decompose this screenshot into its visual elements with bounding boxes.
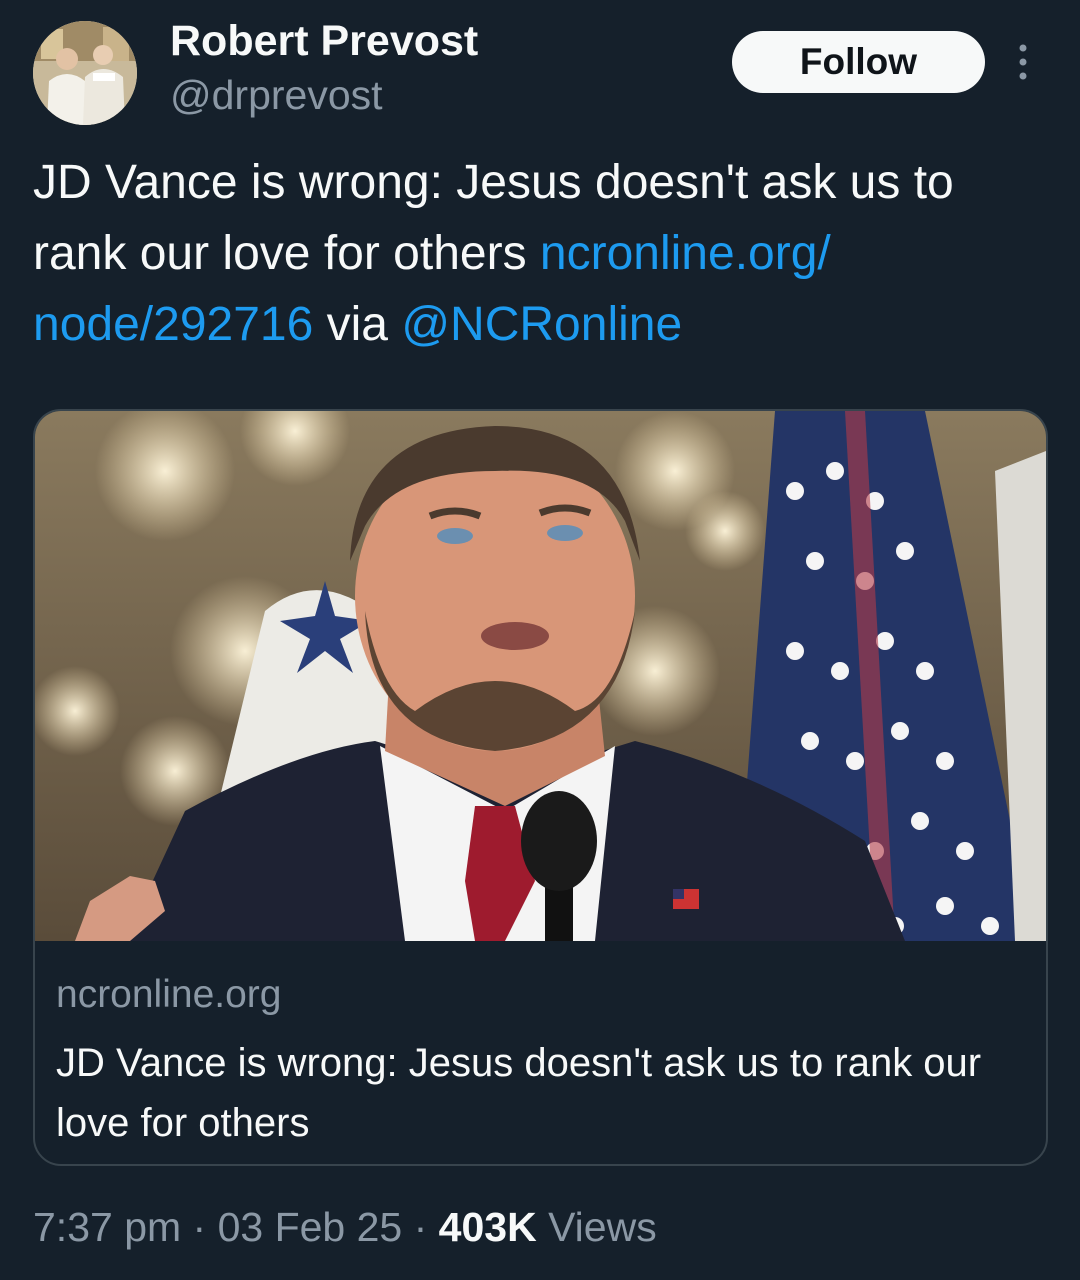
follow-button[interactable]: Follow — [732, 31, 985, 93]
card-title[interactable]: JD Vance is wrong: Jesus doesn't ask us … — [56, 1033, 1016, 1153]
card-image[interactable] — [35, 411, 1046, 941]
more-options-icon[interactable] — [1010, 40, 1036, 84]
author-handle[interactable]: @drprevost — [170, 72, 383, 119]
tweet-date[interactable]: 03 Feb 25 — [218, 1204, 403, 1250]
avatar[interactable] — [33, 21, 137, 125]
tweet-metadata: 7:37 pm · 03 Feb 25 · 403K Views — [33, 1204, 657, 1251]
mention-link[interactable]: @NCRonline — [401, 298, 682, 351]
tweet-time[interactable]: 7:37 pm — [33, 1204, 181, 1250]
link-preview-card[interactable]: ncronline.org JD Vance is wrong: Jesus d… — [33, 409, 1048, 1166]
meta-separator: · — [181, 1204, 218, 1250]
tweet-text-via: via — [313, 298, 402, 351]
tweet-text: JD Vance is wrong: Jesus doesn't ask us … — [33, 147, 1043, 360]
card-domain: ncronline.org — [56, 973, 282, 1016]
meta-separator: · — [402, 1204, 439, 1250]
author-display-name[interactable]: Robert Prevost — [170, 17, 478, 66]
tweet[interactable]: Robert Prevost @drprevost Follow JD Vanc… — [0, 0, 1080, 1280]
views-count: 403K — [438, 1204, 537, 1250]
views-label: Views — [536, 1204, 657, 1250]
